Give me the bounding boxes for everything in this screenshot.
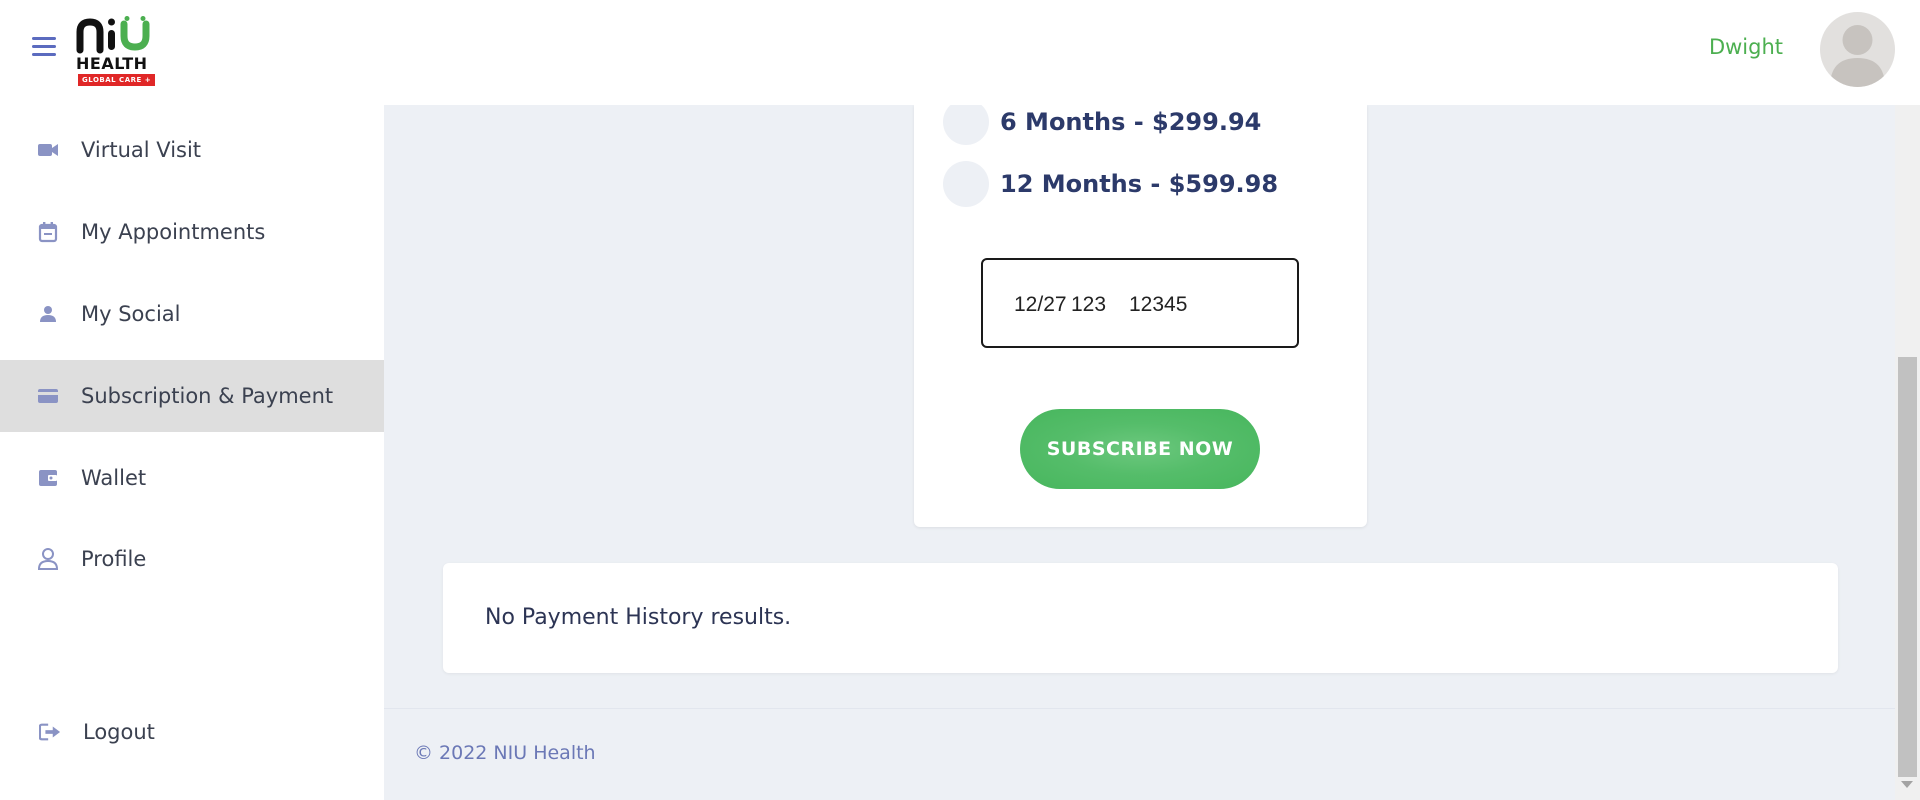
- video-camera-icon: [37, 139, 59, 161]
- plan-option-6-months[interactable]: 6 Months - $299.94: [943, 99, 1261, 145]
- sidebar-item-label: Profile: [81, 547, 147, 571]
- footer-copyright: © 2022 NIU Health: [414, 742, 596, 764]
- calendar-icon: [37, 221, 59, 243]
- vertical-scrollbar[interactable]: [1895, 105, 1920, 800]
- payment-history-empty-message: No Payment History results.: [485, 605, 792, 630]
- plan-radio-button[interactable]: [943, 161, 989, 207]
- logout-button[interactable]: Logout: [0, 696, 384, 768]
- person-icon: [37, 303, 59, 325]
- sidebar-item-label: Wallet: [81, 466, 147, 490]
- sidebar: Virtual Visit My Appointments My Social …: [0, 105, 384, 800]
- credit-card-icon: [37, 385, 59, 407]
- sidebar-item-label: My Appointments: [81, 220, 266, 244]
- logo-tagline: GLOBAL CARE +: [78, 74, 156, 86]
- subscribe-now-button[interactable]: SUBSCRIBE NOW: [1020, 409, 1260, 489]
- card-expiry-value[interactable]: 12/27: [1014, 293, 1067, 317]
- payment-history-card: No Payment History results.: [443, 563, 1838, 673]
- card-cvc-value[interactable]: 123: [1071, 293, 1106, 317]
- default-avatar-icon: [1830, 25, 1885, 87]
- sidebar-item-label: My Social: [81, 302, 181, 326]
- logo-health-text: HEALTH: [76, 54, 148, 73]
- sidebar-item-my-social[interactable]: My Social: [0, 278, 384, 350]
- logout-icon: [39, 721, 61, 743]
- plan-radio-button[interactable]: [943, 99, 989, 145]
- sidebar-item-profile[interactable]: Profile: [0, 523, 384, 595]
- sidebar-item-wallet[interactable]: Wallet: [0, 442, 384, 514]
- sidebar-item-subscription-payment[interactable]: Subscription & Payment: [0, 360, 384, 432]
- subscription-plan-card: 6 Months - $299.94 12 Months - $599.98 1…: [914, 99, 1367, 527]
- main-content: 6 Months - $299.94 12 Months - $599.98 1…: [384, 99, 1895, 800]
- niu-health-logo[interactable]: HEALTH GLOBAL CARE +: [76, 16, 156, 88]
- avatar[interactable]: [1820, 12, 1895, 87]
- scrollbar-thumb[interactable]: [1898, 357, 1917, 777]
- sidebar-item-label: Virtual Visit: [81, 138, 202, 162]
- sidebar-item-label: Subscription & Payment: [81, 384, 334, 408]
- niu-logo-mark: [76, 16, 150, 54]
- sidebar-item-virtual-visit[interactable]: Virtual Visit: [0, 114, 384, 186]
- footer-divider: [384, 708, 1895, 709]
- hamburger-menu-icon[interactable]: [32, 37, 56, 57]
- card-zip-value[interactable]: 12345: [1129, 293, 1187, 317]
- logout-label: Logout: [83, 720, 155, 744]
- sidebar-item-my-appointments[interactable]: My Appointments: [0, 196, 384, 268]
- plan-label: 12 Months - $599.98: [1000, 170, 1279, 198]
- top-header: HEALTH GLOBAL CARE + Dwight: [0, 0, 1920, 105]
- plan-option-12-months[interactable]: 12 Months - $599.98: [943, 161, 1278, 207]
- user-outline-icon: [37, 548, 59, 570]
- card-details-field[interactable]: 12/27 123 12345: [981, 258, 1299, 348]
- user-name[interactable]: Dwight: [1709, 35, 1783, 59]
- plan-label: 6 Months - $299.94: [1000, 108, 1262, 136]
- wallet-icon: [37, 467, 59, 489]
- scroll-down-arrow-icon[interactable]: [1901, 781, 1913, 788]
